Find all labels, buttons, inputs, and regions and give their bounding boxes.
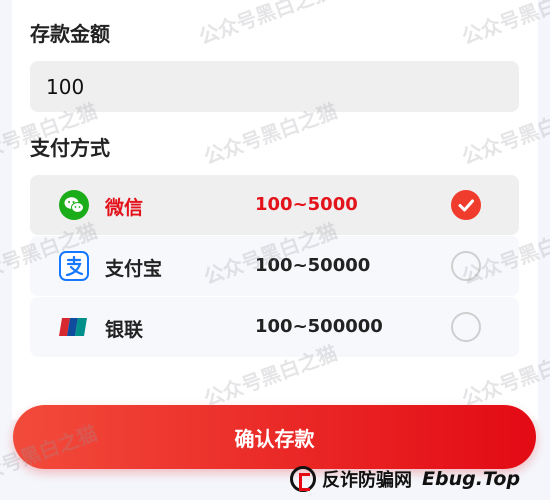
unselected-radio[interactable] [451, 312, 481, 342]
amount-input-box[interactable] [30, 61, 519, 112]
method-name: 微信 [105, 197, 144, 219]
confirm-deposit-button[interactable]: 确认存款 [13, 405, 536, 469]
brand-logo-icon [290, 466, 316, 492]
selected-check-icon[interactable] [451, 190, 481, 220]
unionpay-icon [59, 312, 89, 342]
wechat-icon [59, 190, 89, 220]
amount-input[interactable] [30, 61, 519, 112]
method-name: 支付宝 [105, 258, 163, 280]
method-range: 100~5000 [255, 194, 358, 215]
payment-method-unionpay[interactable]: 银联 100~500000 [30, 297, 519, 357]
payment-method-alipay[interactable]: 支付宝 100~50000 [30, 236, 519, 296]
unselected-radio[interactable] [451, 251, 481, 281]
alipay-icon [59, 251, 89, 281]
footer-brand: 反诈防骗网 Ebug.Top [290, 463, 520, 495]
payment-method-wechat[interactable]: 微信 100~5000 [30, 175, 519, 235]
footer-site: Ebug.Top [422, 468, 521, 490]
amount-section-title: 存款金额 [30, 22, 110, 46]
footer-brand-name: 反诈防骗网 [322, 470, 412, 491]
method-name: 银联 [105, 319, 144, 341]
method-range: 100~50000 [255, 255, 371, 276]
payment-method-title: 支付方式 [30, 136, 110, 160]
method-range: 100~500000 [255, 316, 383, 337]
